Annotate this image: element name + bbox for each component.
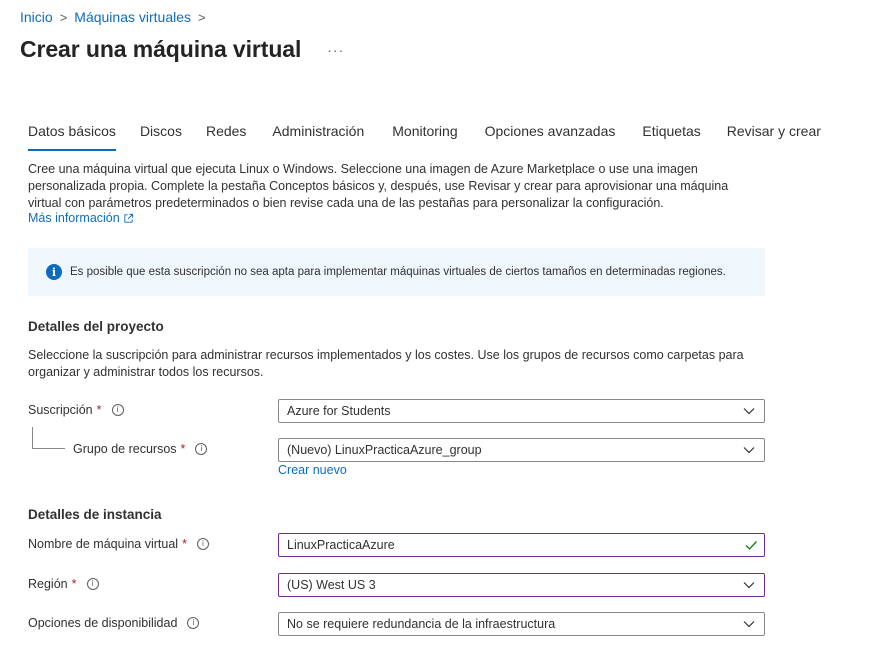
title-row: Crear una máquina virtual ··· (20, 36, 344, 63)
subscription-label-text: Suscripción (28, 403, 93, 417)
region-value: (US) West US 3 (287, 578, 376, 592)
resource-group-label: Grupo de recursos * i (73, 442, 208, 456)
breadcrumb-chevron-icon: > (59, 9, 68, 25)
chevron-down-icon (743, 582, 755, 589)
tab-tags[interactable]: Etiquetas (642, 121, 700, 151)
tab-bar: Datos básicos Discos Redes Administració… (28, 121, 845, 151)
chevron-down-icon (743, 447, 755, 454)
breadcrumb-chevron-icon: > (198, 9, 206, 25)
availability-info-icon[interactable]: i (187, 617, 200, 629)
learn-more-label: Más información (28, 211, 120, 225)
info-banner: i Es posible que esta suscripción no sea… (28, 248, 765, 296)
tab-advanced[interactable]: Opciones avanzadas (485, 121, 616, 151)
required-marker: * (180, 442, 186, 456)
resource-group-info-icon[interactable]: i (195, 443, 208, 455)
vm-name-label-text: Nombre de máquina virtual (28, 537, 179, 551)
availability-value: No se requiere redundancia de la infraes… (287, 617, 556, 631)
availability-select[interactable]: No se requiere redundancia de la infraes… (278, 612, 765, 636)
vm-name-value: LinuxPracticaAzure (287, 538, 395, 552)
learn-more-link[interactable]: Más información (28, 211, 134, 225)
region-select[interactable]: (US) West US 3 (278, 573, 765, 597)
tab-disks[interactable]: Discos (140, 121, 182, 151)
required-marker: * (96, 403, 102, 417)
vm-name-label: Nombre de máquina virtual * i (28, 537, 209, 551)
project-details-title: Detalles del proyecto (28, 319, 164, 334)
resource-group-select[interactable]: (Nuevo) LinuxPracticaAzure_group (278, 438, 765, 462)
subscription-value: Azure for Students (287, 404, 391, 418)
required-marker: * (182, 537, 187, 551)
resource-group-label-text: Grupo de recursos (73, 442, 177, 456)
resource-group-value: (Nuevo) LinuxPracticaAzure_group (287, 443, 482, 457)
breadcrumb-vms-link[interactable]: Máquinas virtuales (74, 9, 191, 25)
project-details-description: Seleccione la suscripción para administr… (28, 348, 744, 379)
more-options-button[interactable]: ··· (327, 42, 344, 58)
vm-name-info-icon[interactable]: i (196, 538, 209, 550)
availability-label-text: Opciones de disponibilidad (28, 616, 178, 630)
tab-basics[interactable]: Datos básicos (28, 121, 116, 151)
checkmark-icon (745, 541, 757, 550)
region-info-icon[interactable]: i (86, 578, 99, 590)
tab-monitoring[interactable]: Monitoring (392, 121, 457, 151)
vm-name-input[interactable]: LinuxPracticaAzure (278, 533, 765, 557)
subscription-label: Suscripción * i (28, 403, 124, 417)
breadcrumb: Inicio > Máquinas virtuales > (20, 9, 213, 25)
instance-details-title: Detalles de instancia (28, 507, 162, 522)
intro-text: Cree una máquina virtual que ejecuta Lin… (28, 162, 729, 210)
create-new-resource-group-link[interactable]: Crear nuevo (278, 463, 347, 477)
tab-management[interactable]: Administración (272, 121, 364, 151)
info-banner-text: Es posible que esta suscripción no sea a… (70, 266, 726, 278)
tab-networking[interactable]: Redes (206, 121, 246, 151)
subscription-select[interactable]: Azure for Students (278, 399, 765, 423)
page-title: Crear una máquina virtual (20, 36, 302, 62)
availability-label: Opciones de disponibilidad i (28, 616, 200, 630)
chevron-down-icon (743, 408, 755, 415)
region-label-text: Región (28, 577, 68, 591)
tree-connector-vertical (32, 427, 33, 448)
required-marker: * (71, 577, 77, 591)
chevron-down-icon (743, 621, 755, 628)
info-icon: i (46, 264, 62, 280)
region-label: Región * i (28, 577, 99, 591)
subscription-info-icon[interactable]: i (111, 404, 124, 416)
tab-review-create[interactable]: Revisar y crear (727, 121, 821, 151)
tree-connector-horizontal (32, 448, 65, 449)
external-link-icon (124, 213, 133, 223)
breadcrumb-home-link[interactable]: Inicio (20, 9, 53, 25)
